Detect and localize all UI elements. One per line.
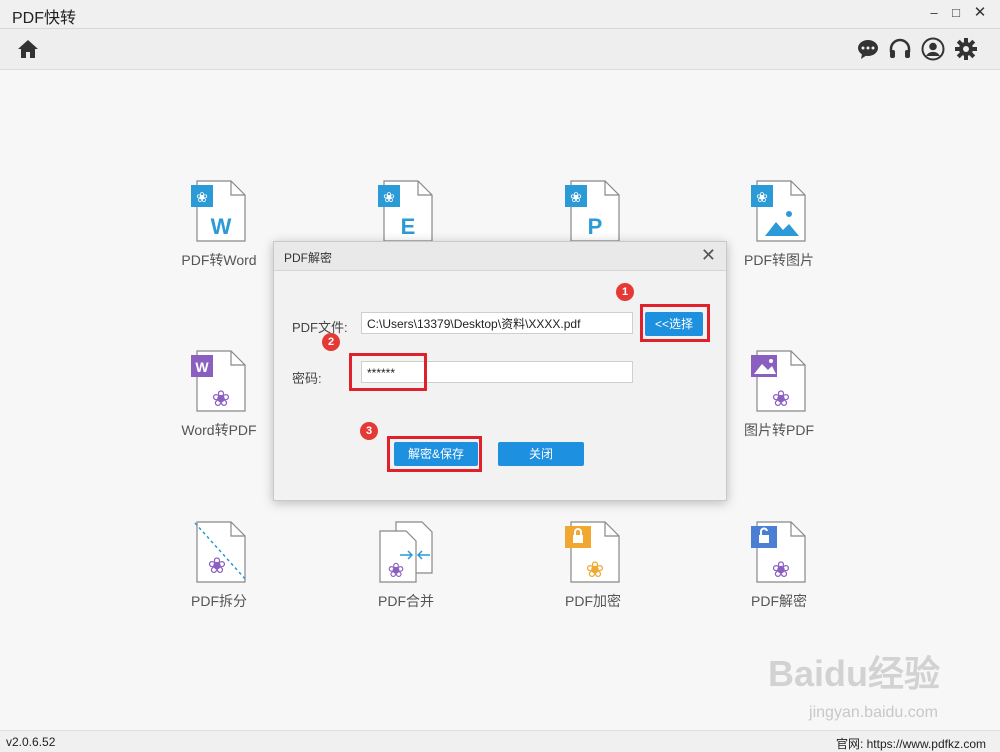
svg-text:E: E xyxy=(401,214,416,239)
svg-text:❀: ❀ xyxy=(388,558,405,582)
baidu-watermark: Baidu经验 xyxy=(767,653,940,694)
svg-text:❀: ❀ xyxy=(212,387,230,412)
tile-pdf-split[interactable]: ❀ PDF拆分 xyxy=(159,521,279,611)
image-to-pdf-icon: ❀ xyxy=(751,350,806,412)
word-to-pdf-icon: W ❀ xyxy=(191,350,246,412)
pdf-to-ppt-icon: ❀ P xyxy=(565,180,620,242)
pdf-to-image-icon: ❀ xyxy=(751,180,806,242)
step-badge-2: 2 xyxy=(322,333,340,351)
tile-label: PDF转Word xyxy=(181,252,257,268)
tile-label: Word转PDF xyxy=(181,422,257,438)
file-label: PDF文件: xyxy=(292,320,348,335)
baidu-watermark-url: jingyan.baidu.com xyxy=(809,704,938,721)
tile-pdf-to-word[interactable]: ❀ W PDF转Word xyxy=(159,180,279,270)
tile-pdf-to-ppt[interactable]: ❀ P xyxy=(533,180,653,242)
chat-icon[interactable] xyxy=(856,37,880,61)
close-dialog-button[interactable]: 关闭 xyxy=(498,442,584,466)
svg-text:W: W xyxy=(211,214,232,239)
svg-text:❀: ❀ xyxy=(196,189,208,205)
dialog-title: PDF解密 xyxy=(284,251,333,265)
tile-image-to-pdf[interactable]: ❀ 图片转PDF xyxy=(719,350,839,440)
tile-label: PDF合并 xyxy=(378,593,434,609)
tile-label: 图片转PDF xyxy=(744,422,814,438)
highlight-password xyxy=(349,353,427,391)
tile-label: PDF解密 xyxy=(751,593,807,609)
svg-text:❀: ❀ xyxy=(570,189,582,205)
highlight-decrypt-button xyxy=(387,436,482,472)
tile-label: PDF拆分 xyxy=(191,593,247,609)
maximize-button[interactable]: □ xyxy=(946,3,966,23)
svg-text:❀: ❀ xyxy=(586,558,604,583)
tile-pdf-merge[interactable]: ❀ PDF合并 xyxy=(346,521,466,611)
pdf-merge-icon: ❀ xyxy=(379,521,433,583)
tile-pdf-to-excel[interactable]: ❀ E xyxy=(346,180,466,242)
highlight-choose-button xyxy=(640,304,710,342)
tile-pdf-encrypt[interactable]: ❀ PDF加密 xyxy=(533,521,653,611)
svg-text:❀: ❀ xyxy=(772,387,790,412)
dialog-header: PDF解密 ✕ xyxy=(274,242,726,271)
file-path-input[interactable]: C:\Users\13379\Desktop\资料\XXXX.pdf xyxy=(361,312,633,334)
pdf-split-icon: ❀ xyxy=(194,521,248,583)
headset-icon[interactable] xyxy=(888,37,912,61)
version-label: v2.0.6.52 xyxy=(6,735,56,749)
website-link[interactable]: 官网: https://www.pdfkz.com xyxy=(836,735,986,752)
gear-icon[interactable] xyxy=(954,37,978,61)
title-bar: PDF快转 – □ ✕ xyxy=(0,0,1000,29)
home-icon[interactable] xyxy=(16,37,40,61)
svg-text:❀: ❀ xyxy=(756,189,768,205)
status-bar: v2.0.6.52 官网: https://www.pdfkz.com xyxy=(0,730,1000,752)
pdf-encrypt-icon: ❀ xyxy=(565,521,620,583)
pdf-to-excel-icon: ❀ E xyxy=(378,180,433,242)
tile-label: PDF加密 xyxy=(565,593,621,609)
svg-text:❀: ❀ xyxy=(772,558,790,583)
svg-text:❀: ❀ xyxy=(208,554,226,579)
decrypt-dialog: PDF解密 ✕ PDF文件: C:\Users\13379\Desktop\资料… xyxy=(273,241,727,501)
minimize-button[interactable]: – xyxy=(924,3,944,23)
pdf-to-word-icon: ❀ W xyxy=(191,180,246,242)
svg-text:P: P xyxy=(588,214,603,239)
tile-word-to-pdf[interactable]: W ❀ Word转PDF xyxy=(159,350,279,440)
tile-label: PDF转图片 xyxy=(744,252,814,268)
app-title: PDF快转 xyxy=(12,10,77,27)
svg-text:❀: ❀ xyxy=(383,189,395,205)
step-badge-3: 3 xyxy=(360,422,378,440)
user-icon[interactable] xyxy=(921,37,945,61)
close-window-button[interactable]: ✕ xyxy=(970,3,990,23)
toolbar xyxy=(0,29,1000,70)
password-label: 密码: xyxy=(292,371,322,386)
dialog-close-icon[interactable]: ✕ xyxy=(701,245,716,266)
step-badge-1: 1 xyxy=(616,283,634,301)
tile-pdf-to-image[interactable]: ❀ PDF转图片 xyxy=(719,180,839,270)
pdf-decrypt-icon: ❀ xyxy=(751,521,806,583)
svg-text:W: W xyxy=(195,359,209,375)
tile-pdf-decrypt[interactable]: ❀ PDF解密 xyxy=(719,521,839,611)
